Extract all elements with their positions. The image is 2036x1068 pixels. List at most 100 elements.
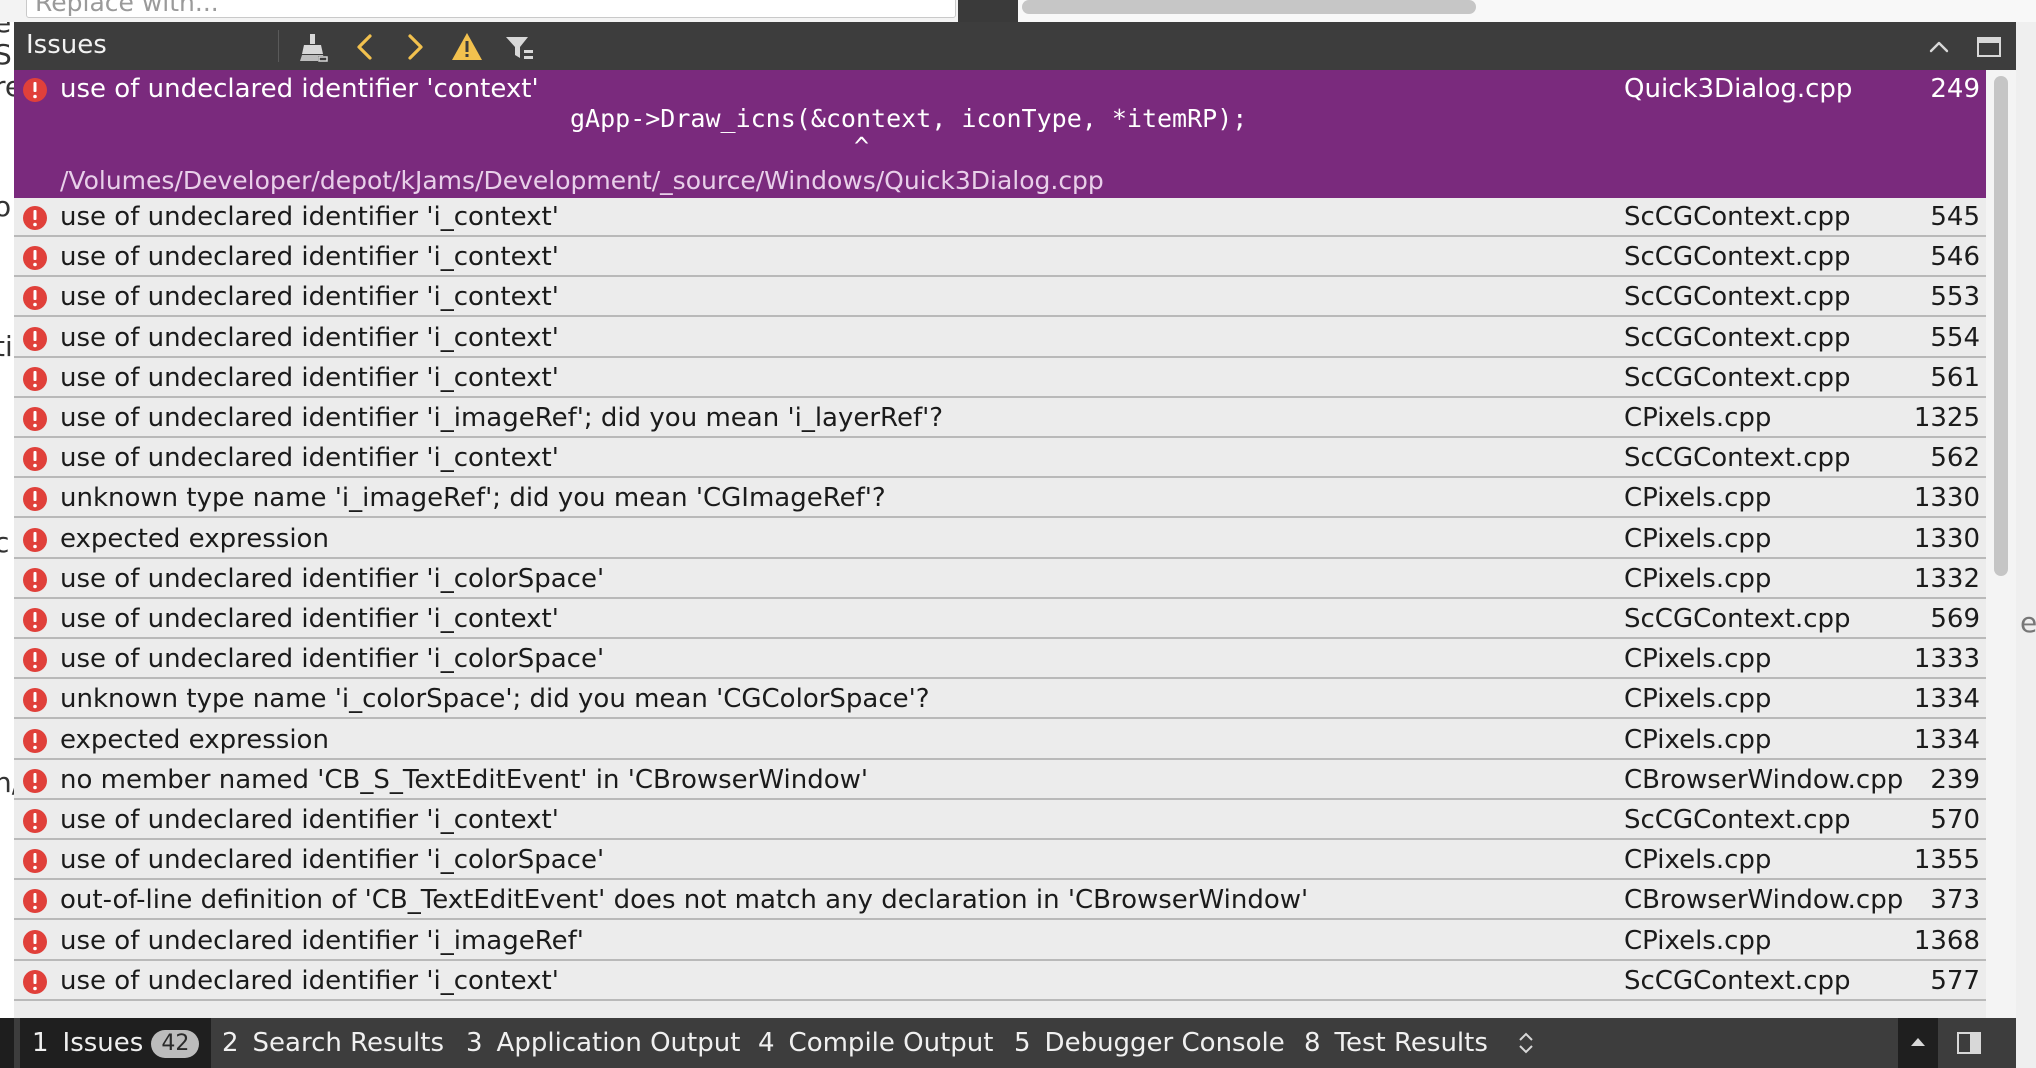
tab-debugger-console[interactable]: 5 Debugger Console xyxy=(1014,1018,1285,1068)
show-output-button[interactable] xyxy=(1898,1018,1938,1068)
chevron-right-icon[interactable] xyxy=(398,30,432,64)
error-icon xyxy=(23,206,47,230)
error-icon xyxy=(23,688,47,713)
issue-line: 562 xyxy=(1930,443,1980,474)
editor-fragment: ti xyxy=(0,330,13,363)
issue-description: use of undeclared identifier 'i_context' xyxy=(60,322,559,353)
issues-pane-title: Issues xyxy=(26,30,107,60)
find-bar-divider xyxy=(958,0,1018,22)
error-icon xyxy=(23,527,47,552)
issue-row[interactable]: no member named 'CB_S_TextEditEvent' in … xyxy=(14,761,1986,800)
error-icon xyxy=(23,407,47,431)
issue-line: 1330 xyxy=(1913,483,1980,514)
issue-description: use of undeclared identifier 'i_context' xyxy=(60,443,559,474)
editor-fragment: n/ xyxy=(0,766,14,799)
tab-label: Debugger Console xyxy=(1044,1028,1285,1058)
maximize-panel-icon[interactable] xyxy=(1972,30,2006,64)
issue-file-path[interactable]: /Volumes/Developer/depot/kJams/Developme… xyxy=(60,166,1104,195)
issue-line: 1355 xyxy=(1913,845,1980,876)
issue-row[interactable]: use of undeclared identifier 'i_context'… xyxy=(14,238,1986,278)
issue-file: ScCGContext.cpp xyxy=(1624,322,1851,353)
issue-line: 249 xyxy=(1930,74,1980,104)
error-icon xyxy=(23,889,47,914)
issue-description: use of undeclared identifier 'i_context' xyxy=(60,604,559,634)
tab-search-results[interactable]: 2 Search Results xyxy=(222,1018,444,1068)
horizontal-scrollbar-thumb[interactable] xyxy=(1022,0,1476,14)
issue-row[interactable]: use of undeclared identifier 'i_context'… xyxy=(14,278,1986,318)
issue-line: 561 xyxy=(1930,362,1980,393)
issue-row[interactable]: expected expression CPixels.cpp 1334 xyxy=(14,721,1986,760)
issue-line: 1325 xyxy=(1913,403,1980,433)
clean-issues-icon[interactable] xyxy=(296,30,330,64)
issue-row-selected[interactable]: use of undeclared identifier 'context' Q… xyxy=(14,70,1986,198)
editor-left-edge: e S re o ti c n/ xyxy=(0,22,14,1032)
issue-line: 569 xyxy=(1930,604,1980,634)
more-tabs-icon[interactable] xyxy=(1514,1030,1538,1056)
tab-number: 5 xyxy=(1014,1028,1031,1058)
issue-description: use of undeclared identifier 'i_context' xyxy=(60,202,559,232)
issue-row[interactable]: use of undeclared identifier 'i_context'… xyxy=(14,359,1986,398)
issue-line: 570 xyxy=(1930,805,1980,835)
issue-row[interactable]: use of undeclared identifier 'i_context'… xyxy=(14,319,1986,358)
error-icon xyxy=(23,78,47,102)
error-icon xyxy=(23,929,47,954)
issue-description: use of undeclared identifier 'i_imageRef… xyxy=(60,403,944,433)
issue-row[interactable]: use of undeclared identifier 'i_context'… xyxy=(14,962,1986,1001)
issue-row[interactable]: use of undeclared identifier 'i_context'… xyxy=(14,801,1986,840)
issue-file: ScCGContext.cpp xyxy=(1624,282,1851,313)
error-icon xyxy=(23,447,47,472)
error-icon xyxy=(23,728,47,753)
replace-input[interactable]: Replace with... xyxy=(26,0,956,18)
issue-line: 577 xyxy=(1930,965,1980,996)
filter-icon[interactable] xyxy=(502,30,536,64)
issue-row[interactable]: use of undeclared identifier 'i_imageRef… xyxy=(14,922,1986,961)
issue-row[interactable]: use of undeclared identifier 'i_colorSpa… xyxy=(14,640,1986,680)
issues-list[interactable]: use of undeclared identifier 'context' Q… xyxy=(14,70,1986,1018)
chevron-up-icon[interactable] xyxy=(1922,30,1956,64)
error-icon xyxy=(23,487,47,512)
issue-file: ScCGContext.cpp xyxy=(1624,362,1851,393)
issue-description: out-of-line definition of 'CB_TextEditEv… xyxy=(60,885,1309,916)
tab-application-output[interactable]: 3 Application Output xyxy=(466,1018,740,1068)
issue-row[interactable]: use of undeclared identifier 'i_context'… xyxy=(14,439,1986,479)
issue-row[interactable]: use of undeclared identifier 'i_imageRef… xyxy=(14,399,1986,438)
tab-label: Application Output xyxy=(496,1028,741,1058)
triangle-up-icon xyxy=(1911,1038,1925,1046)
toggle-sidebar-icon[interactable] xyxy=(1954,1028,1984,1058)
issue-description: use of undeclared identifier 'context' xyxy=(60,74,539,104)
issue-description: use of undeclared identifier 'i_colorSpa… xyxy=(60,563,605,594)
issue-file: CBrowserWindow.cpp xyxy=(1624,885,1904,916)
issue-description: unknown type name 'i_imageRef'; did you … xyxy=(60,483,886,514)
tab-test-results[interactable]: 8 Test Results xyxy=(1304,1018,1488,1068)
issue-row[interactable]: expected expression CPixels.cpp 1330 xyxy=(14,520,1986,559)
issue-line: 1368 xyxy=(1913,925,1980,956)
tab-label: Issues xyxy=(62,1028,144,1058)
issue-row[interactable]: use of undeclared identifier 'i_colorSpa… xyxy=(14,560,1986,599)
tab-number: 3 xyxy=(466,1028,483,1058)
tab-label: Test Results xyxy=(1334,1028,1488,1058)
error-icon xyxy=(23,608,47,632)
output-pane-tabs: 1 Issues 42 2 Search Results 3 Application O… xyxy=(14,1018,2016,1068)
issue-file: CPixels.cpp xyxy=(1624,925,1772,956)
editor-fragment: e xyxy=(2020,606,2036,639)
vertical-scrollbar-thumb[interactable] xyxy=(1994,76,2008,576)
editor-fragment: e xyxy=(0,22,12,39)
warning-filter-icon[interactable] xyxy=(450,30,484,64)
chevron-left-icon[interactable] xyxy=(348,30,382,64)
error-icon xyxy=(23,768,47,793)
issue-row[interactable]: unknown type name 'i_imageRef'; did you … xyxy=(14,479,1986,519)
tab-label: Search Results xyxy=(252,1028,445,1058)
issue-row[interactable]: out-of-line definition of 'CB_TextEditEv… xyxy=(14,881,1986,921)
tab-number: 4 xyxy=(758,1028,775,1058)
error-icon xyxy=(23,969,47,994)
issues-vertical-scrollbar[interactable] xyxy=(1986,70,2016,1018)
issue-row[interactable]: use of undeclared identifier 'i_context'… xyxy=(14,198,1986,237)
issue-row[interactable]: use of undeclared identifier 'i_colorSpa… xyxy=(14,841,1986,881)
issue-row[interactable]: use of undeclared identifier 'i_context'… xyxy=(14,600,1986,639)
issue-file: ScCGContext.cpp xyxy=(1624,805,1851,835)
issue-description: use of undeclared identifier 'i_context' xyxy=(60,805,559,835)
tab-issues[interactable]: 1 Issues 42 xyxy=(20,1018,212,1068)
issue-row[interactable]: unknown type name 'i_colorSpace'; did yo… xyxy=(14,680,1986,720)
issue-file: CPixels.cpp xyxy=(1624,684,1772,715)
tab-compile-output[interactable]: 4 Compile Output xyxy=(758,1018,993,1068)
